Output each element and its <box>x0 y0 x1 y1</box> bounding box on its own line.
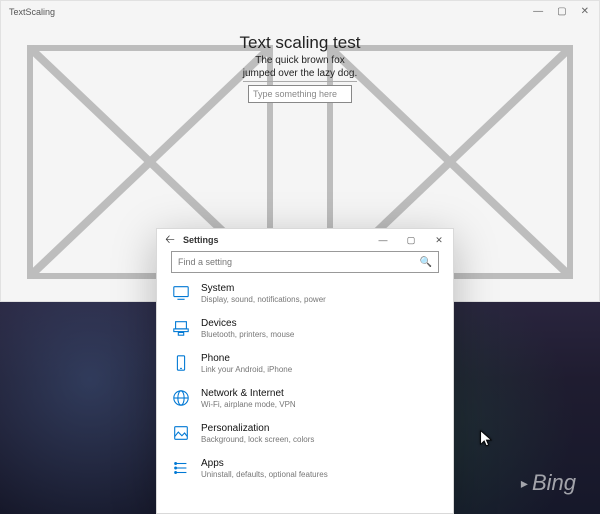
settings-list: SystemDisplay, sound, notifications, pow… <box>171 283 439 479</box>
settings-item-personalization[interactable]: PersonalizationBackground, lock screen, … <box>171 423 439 444</box>
devices-icon <box>171 318 191 338</box>
desktop: Bing TextScaling — ▢ ✕ Text scaling test… <box>0 0 600 514</box>
system-icon <box>171 283 191 303</box>
back-button[interactable]: 🡠 <box>157 230 183 251</box>
settings-item-network[interactable]: Network & InternetWi-Fi, airplane mode, … <box>171 388 439 409</box>
settings-titlebar[interactable]: 🡠 Settings — ▢ ✕ <box>157 229 453 251</box>
settings-window: 🡠 Settings — ▢ ✕ Find a setting 🔍 System… <box>156 228 454 514</box>
sample-textbox[interactable]: Type something here <box>248 85 352 103</box>
settings-item-system[interactable]: SystemDisplay, sound, notifications, pow… <box>171 283 439 304</box>
settings-item-phone[interactable]: PhoneLink your Android, iPhone <box>171 353 439 374</box>
settings-search-input[interactable]: Find a setting 🔍 <box>171 251 439 273</box>
network-icon <box>171 388 191 408</box>
maximize-button[interactable]: ▢ <box>557 7 566 17</box>
minimize-button[interactable]: — <box>533 7 543 17</box>
close-button[interactable]: ✕ <box>581 7 589 17</box>
settings-maximize-button[interactable]: ▢ <box>397 229 425 251</box>
app-content: Text scaling test The quick brown fox ju… <box>1 23 599 103</box>
search-icon: 🔍 <box>420 257 432 268</box>
app-title: TextScaling <box>7 7 533 17</box>
test-subtext: The quick brown fox jumped over the lazy… <box>243 55 358 82</box>
search-placeholder: Find a setting <box>178 257 420 267</box>
settings-minimize-button[interactable]: — <box>369 229 397 251</box>
apps-icon <box>171 458 191 478</box>
bing-watermark: Bing <box>521 470 576 496</box>
settings-item-devices[interactable]: DevicesBluetooth, printers, mouse <box>171 318 439 339</box>
phone-icon <box>171 353 191 373</box>
test-heading: Text scaling test <box>17 33 583 53</box>
settings-close-button[interactable]: ✕ <box>425 229 453 251</box>
settings-title: Settings <box>183 235 369 245</box>
mouse-cursor <box>480 430 494 450</box>
personalization-icon <box>171 423 191 443</box>
textbox-placeholder: Type something here <box>253 89 337 99</box>
app-titlebar[interactable]: TextScaling — ▢ ✕ <box>1 1 599 23</box>
settings-body: Find a setting 🔍 SystemDisplay, sound, n… <box>157 251 453 513</box>
settings-item-apps[interactable]: AppsUninstall, defaults, optional featur… <box>171 458 439 479</box>
